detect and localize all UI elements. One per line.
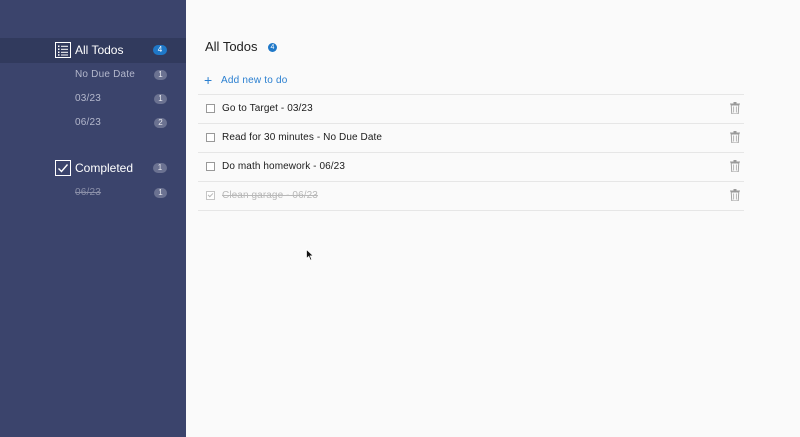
count-badge: 1 xyxy=(154,94,167,104)
page-title: All Todos xyxy=(205,39,258,54)
mouse-cursor-icon xyxy=(306,249,314,261)
sidebar-subitem-label: 06/23 xyxy=(75,117,102,128)
sidebar-item-completed[interactable]: Completed 1 xyxy=(0,156,186,181)
count-badge: 1 xyxy=(154,188,167,198)
add-todo-button[interactable]: + Add new to do xyxy=(204,73,288,87)
sidebar-subitem-03-23[interactable]: 03/23 1 xyxy=(0,87,186,111)
count-badge: 1 xyxy=(154,70,167,80)
trash-icon[interactable] xyxy=(730,189,740,201)
list-icon xyxy=(55,42,71,58)
todo-list: Go to Target - 03/23 Read for 30 minutes… xyxy=(198,94,744,211)
sidebar-subitem-completed-06-23[interactable]: 06/23 1 xyxy=(0,181,186,205)
sidebar-item-all-todos[interactable]: All Todos 4 xyxy=(0,38,186,63)
count-badge: 4 xyxy=(153,45,167,55)
todo-text: Do math homework - 06/23 xyxy=(222,161,346,172)
count-badge: 2 xyxy=(154,118,167,128)
trash-icon[interactable] xyxy=(730,102,740,114)
todo-checkbox[interactable] xyxy=(206,104,215,113)
add-todo-label: Add new to do xyxy=(221,74,288,86)
todo-row: Go to Target - 03/23 xyxy=(198,95,744,124)
todo-text: Clean garage - 06/23 xyxy=(222,190,318,201)
checked-box-icon xyxy=(55,160,71,176)
todo-checkbox[interactable] xyxy=(206,133,215,142)
todo-checkbox-checked[interactable] xyxy=(206,191,215,200)
sidebar-subitem-label: 03/23 xyxy=(75,93,102,104)
todo-checkbox[interactable] xyxy=(206,162,215,171)
sidebar-item-label: Completed xyxy=(75,161,134,175)
todo-text: Go to Target - 03/23 xyxy=(222,103,313,114)
sidebar-item-label: All Todos xyxy=(75,43,124,57)
sidebar-subitem-label: No Due Date xyxy=(75,69,136,80)
count-badge: 1 xyxy=(153,163,167,173)
all-todos-group: All Todos 4 No Due Date 1 03/23 1 06/23 … xyxy=(0,38,186,135)
todo-row: Read for 30 minutes - No Due Date xyxy=(198,124,744,153)
trash-icon[interactable] xyxy=(730,131,740,143)
trash-icon[interactable] xyxy=(730,160,740,172)
todo-row-completed: Clean garage - 06/23 xyxy=(198,182,744,211)
sidebar-subitem-label: 06/23 xyxy=(75,187,102,198)
main-content: All Todos 4 + Add new to do Go to Target… xyxy=(186,0,800,437)
sidebar: All Todos 4 No Due Date 1 03/23 1 06/23 … xyxy=(0,0,186,437)
sidebar-subitem-no-due-date[interactable]: No Due Date 1 xyxy=(0,63,186,87)
sidebar-subitem-06-23[interactable]: 06/23 2 xyxy=(0,111,186,135)
completed-group: Completed 1 06/23 1 xyxy=(0,156,186,205)
plus-icon: + xyxy=(204,72,213,88)
todo-text: Read for 30 minutes - No Due Date xyxy=(222,132,383,143)
title-count-badge: 4 xyxy=(268,43,277,52)
todo-row: Do math homework - 06/23 xyxy=(198,153,744,182)
